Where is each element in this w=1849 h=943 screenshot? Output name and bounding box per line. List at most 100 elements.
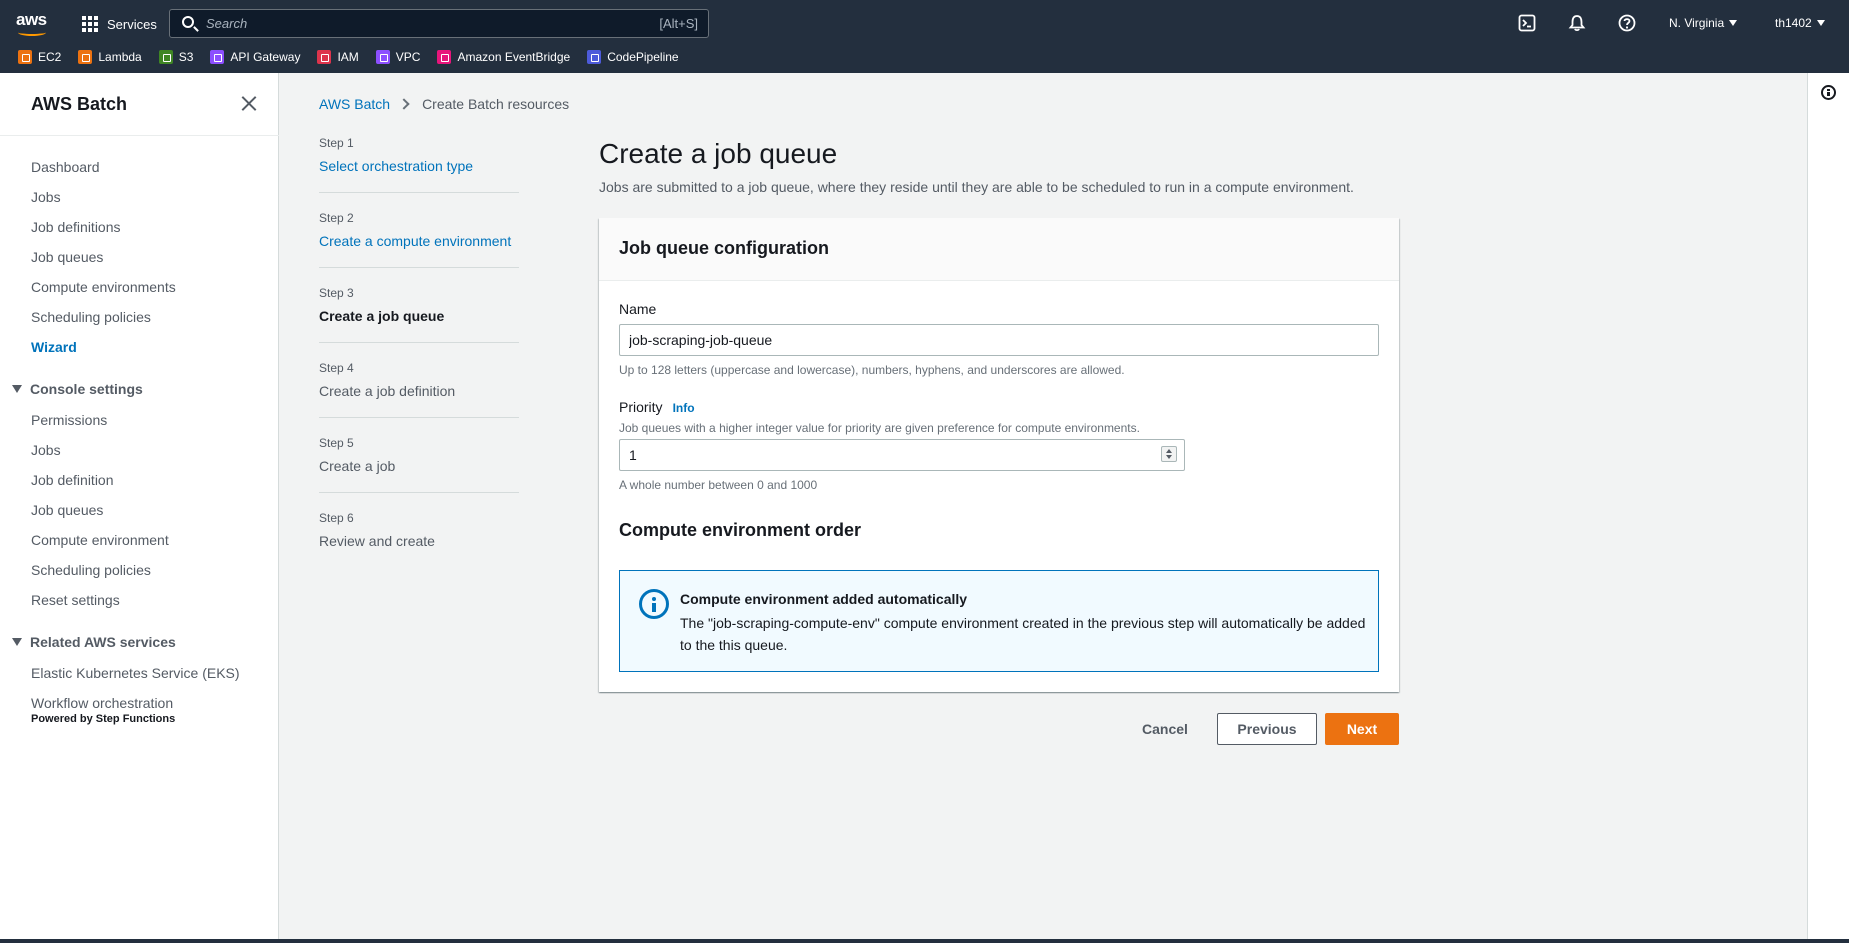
favorite-s3[interactable]: S3	[158, 50, 194, 64]
wizard-step-3: Step 3 Create a job queue	[319, 286, 519, 324]
favorite-vpc[interactable]: VPC	[375, 50, 421, 64]
ec2-icon	[18, 50, 32, 64]
top-navigation-bar: aws Services Search [Alt+S] N. Virginia …	[0, 0, 1849, 73]
sidebar-item-job-definitions[interactable]: Job definitions	[31, 219, 121, 235]
lambda-icon	[78, 50, 93, 64]
sidebar-item-workflow-orchestration[interactable]: Workflow orchestration	[31, 695, 173, 711]
page-title: Create a job queue	[599, 138, 838, 169]
sidebar-item-settings-jobs[interactable]: Jobs	[31, 442, 61, 458]
account-menu[interactable]: th1402	[1775, 16, 1825, 30]
step-title-link[interactable]: Select orchestration type	[319, 158, 519, 174]
wizard-step-5: Step 5 Create a job	[319, 436, 519, 474]
step-divider	[319, 492, 519, 493]
step-number: Step 2	[319, 211, 354, 225]
sidebar-title[interactable]: AWS Batch	[31, 94, 127, 115]
favorite-label: API Gateway	[230, 50, 301, 64]
sidebar-item-compute-environments[interactable]: Compute environments	[31, 279, 176, 295]
breadcrumb-current: Create Batch resources	[422, 96, 570, 112]
search-input[interactable]: Search [Alt+S]	[169, 9, 709, 38]
favorite-label: VPC	[395, 50, 421, 64]
eventbridge-icon	[437, 50, 452, 64]
favorite-codepipeline[interactable]: CodePipeline	[587, 50, 679, 64]
divider	[0, 135, 279, 136]
favorite-label: CodePipeline	[607, 50, 679, 64]
next-button[interactable]: Next	[1325, 713, 1399, 745]
sidebar-item-dashboard[interactable]: Dashboard	[31, 159, 100, 175]
breadcrumb: AWS Batch Create Batch resources	[319, 96, 569, 112]
aws-logo[interactable]: aws	[16, 10, 50, 36]
bottom-border	[0, 939, 1849, 943]
name-input[interactable]	[619, 324, 1379, 356]
region-label: N. Virginia	[1669, 16, 1725, 30]
services-menu-button[interactable]: Services	[82, 14, 157, 34]
codepipeline-icon	[587, 50, 602, 64]
cancel-button[interactable]: Cancel	[1130, 713, 1200, 745]
api-gateway-icon	[210, 50, 225, 64]
search-shortcut: [Alt+S]	[659, 16, 698, 31]
sidebar-item-jobs[interactable]: Jobs	[31, 189, 61, 205]
account-label: th1402	[1775, 16, 1812, 30]
related-services-section[interactable]: Related AWS services	[12, 634, 176, 650]
priority-hint: A whole number between 0 and 1000	[619, 478, 818, 492]
sidebar-item-scheduling-policies[interactable]: Scheduling policies	[31, 309, 151, 325]
name-label: Name	[619, 301, 657, 317]
section-label: Related AWS services	[30, 634, 176, 650]
sidebar-item-settings-scheduling-policies[interactable]: Scheduling policies	[31, 562, 151, 578]
sidebar-item-reset-settings[interactable]: Reset settings	[31, 592, 120, 608]
step-title-disabled: Create a job definition	[319, 383, 456, 399]
favorite-api-gateway[interactable]: API Gateway	[210, 50, 300, 64]
step-number: Step 6	[319, 511, 354, 525]
favorite-eventbridge[interactable]: Amazon EventBridge	[437, 50, 570, 64]
section-label: Console settings	[30, 381, 143, 397]
previous-button[interactable]: Previous	[1217, 713, 1317, 745]
favorite-label: Lambda	[98, 50, 142, 64]
priority-label: Priority	[619, 399, 663, 415]
help-icon[interactable]	[1618, 14, 1636, 32]
sidebar-item-settings-compute-environment[interactable]: Compute environment	[31, 532, 169, 548]
sidebar-item-wizard[interactable]: Wizard	[31, 339, 77, 355]
favorite-iam[interactable]: IAM	[317, 50, 359, 64]
side-navigation: AWS Batch Dashboard Jobs Job definitions…	[0, 73, 279, 939]
caret-down-icon	[12, 385, 22, 393]
close-icon[interactable]	[241, 95, 258, 112]
sidebar-item-settings-job-definition[interactable]: Job definition	[31, 472, 114, 488]
sidebar-item-settings-job-queues[interactable]: Job queues	[31, 502, 103, 518]
caret-down-icon	[1729, 20, 1738, 26]
priority-stepper	[619, 439, 1185, 471]
priority-info-link[interactable]: Info	[673, 401, 695, 415]
step-divider	[319, 417, 519, 418]
priority-input[interactable]	[619, 439, 1185, 471]
sidebar-item-permissions[interactable]: Permissions	[31, 412, 107, 428]
sidebar-item-eks[interactable]: Elastic Kubernetes Service (EKS)	[31, 665, 240, 681]
favorite-label: EC2	[38, 50, 62, 64]
alert-title: Compute environment added automatically	[680, 591, 968, 607]
notifications-bell-icon[interactable]	[1568, 14, 1586, 32]
search-icon	[182, 16, 194, 28]
wizard-step-2: Step 2 Create a compute environment	[319, 211, 519, 249]
panel-title: Job queue configuration	[619, 238, 829, 258]
step-title-link[interactable]: Create a compute environment	[319, 233, 519, 249]
favorites-bar: EC2 Lambda S3 API Gateway IAM VPC Amazon…	[0, 48, 696, 66]
stepper-arrows-icon[interactable]	[1161, 446, 1177, 462]
info-icon[interactable]	[1821, 85, 1836, 100]
console-settings-section[interactable]: Console settings	[12, 381, 143, 397]
step-divider	[319, 342, 519, 343]
favorite-label: Amazon EventBridge	[457, 50, 571, 64]
sidebar-item-job-queues[interactable]: Job queues	[31, 249, 103, 265]
favorite-label: IAM	[337, 50, 359, 64]
services-grid-icon	[82, 16, 98, 32]
iam-icon	[317, 50, 332, 64]
info-circle-icon	[639, 589, 669, 619]
step-number: Step 1	[319, 136, 354, 150]
favorite-ec2[interactable]: EC2	[18, 50, 61, 64]
cloudshell-icon[interactable]	[1518, 14, 1536, 32]
favorite-lambda[interactable]: Lambda	[78, 50, 142, 64]
step-title-current: Create a job queue	[319, 308, 445, 324]
favorite-label: S3	[178, 50, 194, 64]
region-selector[interactable]: N. Virginia	[1669, 16, 1738, 30]
wizard-step-6: Step 6 Review and create	[319, 511, 519, 549]
tools-panel	[1807, 73, 1849, 939]
breadcrumb-aws-batch[interactable]: AWS Batch	[319, 96, 390, 112]
step-number: Step 5	[319, 436, 354, 450]
powered-by-label: Powered by Step Functions	[31, 713, 176, 725]
